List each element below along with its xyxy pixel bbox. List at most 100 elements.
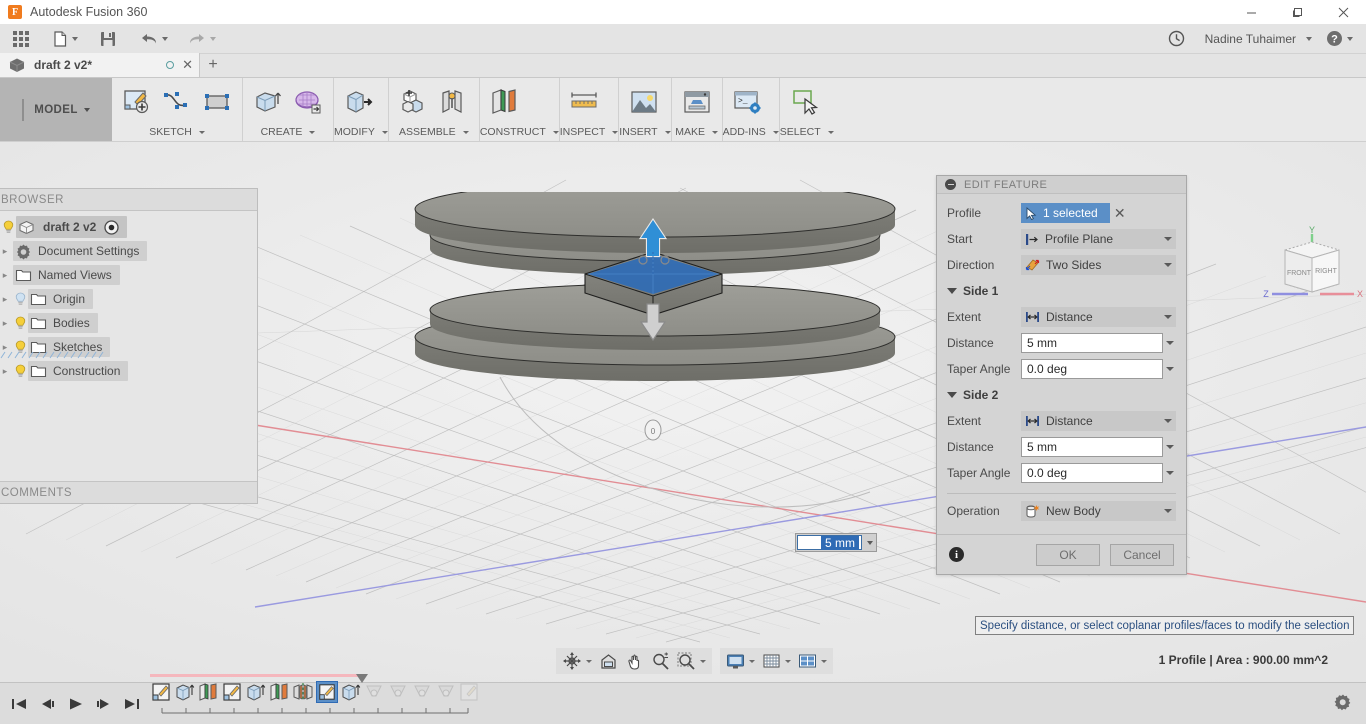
timeline-item-plane-2[interactable]: [269, 681, 291, 703]
side1-distance-dropdown[interactable]: [1163, 341, 1176, 345]
section-collapse-icon[interactable]: [947, 288, 957, 294]
tree-row-sketches[interactable]: ▸ Sketches: [0, 335, 257, 359]
clear-selection-icon[interactable]: ✕: [1110, 205, 1130, 222]
display-state-icon[interactable]: [104, 219, 120, 235]
panel-construct-label[interactable]: CONSTRUCT: [480, 125, 559, 139]
insert-image-icon[interactable]: [625, 82, 663, 122]
inline-distance-input[interactable]: 5 mm: [795, 533, 877, 552]
spline-icon[interactable]: [158, 82, 196, 122]
document-tab[interactable]: draft 2 v2* ✕: [0, 53, 200, 77]
go-to-end-icon[interactable]: [118, 691, 144, 717]
new-document-icon[interactable]: [46, 24, 85, 54]
zoom-window-icon[interactable]: [674, 649, 709, 673]
named-views-pill[interactable]: Named Views: [13, 265, 120, 285]
panel-insert-label[interactable]: INSERT: [619, 125, 671, 139]
app-grid-icon[interactable]: [6, 24, 36, 54]
tree-row-origin[interactable]: ▸ Origin: [0, 287, 257, 311]
timeline-item-pending-2[interactable]: [387, 681, 409, 703]
chevron-down-icon[interactable]: [1164, 263, 1172, 267]
new-component-icon[interactable]: [395, 82, 433, 122]
panel-sketch-label[interactable]: SKETCH: [112, 125, 242, 139]
light-bulb-icon[interactable]: [13, 364, 28, 379]
inline-distance-dropdown[interactable]: [863, 540, 876, 545]
chevron-down-icon[interactable]: [1164, 237, 1172, 241]
panel-addins-label[interactable]: ADD-INS: [723, 125, 779, 139]
root-component-pill[interactable]: draft 2 v2: [16, 216, 128, 238]
tree-row-named-views[interactable]: ▸ Named Views: [0, 263, 257, 287]
tree-row-construction[interactable]: ▸ Construction: [0, 359, 257, 383]
new-tab-button[interactable]: +: [200, 53, 226, 77]
light-bulb-icon[interactable]: [1, 220, 16, 235]
scripts-addins-icon[interactable]: >_: [729, 82, 767, 122]
panel-make-label[interactable]: MAKE: [672, 125, 722, 139]
create-sketch-icon[interactable]: [118, 82, 156, 122]
press-pull-icon[interactable]: [340, 82, 378, 122]
construction-pill[interactable]: Construction: [28, 361, 129, 381]
timeline-item-sketch-2[interactable]: [221, 681, 243, 703]
light-bulb-icon[interactable]: [13, 316, 28, 331]
workspace-selector[interactable]: MODEL: [0, 78, 112, 141]
dialog-header[interactable]: EDIT FEATURE: [937, 176, 1186, 194]
timeline-item-pending-4[interactable]: [435, 681, 457, 703]
pan-icon[interactable]: [622, 649, 647, 673]
expand-arrow-icon[interactable]: ▸: [0, 294, 13, 305]
close-tab-icon[interactable]: ✕: [182, 57, 193, 73]
section-collapse-icon[interactable]: [947, 392, 957, 398]
measure-icon[interactable]: [566, 82, 604, 122]
bodies-pill[interactable]: Bodies: [28, 313, 98, 333]
side1-distance-input[interactable]: 5 mm: [1021, 333, 1163, 353]
tree-row-root[interactable]: draft 2 v2: [0, 215, 257, 239]
side2-distance-dropdown[interactable]: [1163, 445, 1176, 449]
side2-taper-input[interactable]: 0.0 deg: [1021, 463, 1163, 483]
redo-icon[interactable]: [181, 24, 223, 54]
rectangle-icon[interactable]: [198, 82, 236, 122]
minimize-button[interactable]: [1228, 0, 1274, 24]
orbit-icon[interactable]: [559, 649, 595, 673]
profile-select-button[interactable]: 1 selected: [1021, 203, 1110, 223]
side2-taper-dropdown[interactable]: [1163, 471, 1176, 475]
timeline-item-extrude-3[interactable]: [340, 681, 362, 703]
view-cube[interactable]: Y Z X FRONT RIGHT: [1258, 222, 1366, 322]
maximize-button[interactable]: [1274, 0, 1320, 24]
help-icon[interactable]: ?: [1319, 24, 1360, 54]
inline-distance-inner[interactable]: 5 mm: [797, 535, 862, 550]
info-icon[interactable]: i: [949, 547, 964, 562]
side1-extent-combo[interactable]: Distance: [1021, 307, 1176, 327]
go-to-beginning-icon[interactable]: [6, 691, 32, 717]
timeline-settings-button[interactable]: [1334, 693, 1366, 714]
side1-taper-dropdown[interactable]: [1163, 367, 1176, 371]
panel-select-label[interactable]: SELECT: [780, 125, 834, 139]
origin-pill[interactable]: Origin: [28, 289, 94, 309]
look-at-icon[interactable]: [596, 649, 621, 673]
panel-inspect-label[interactable]: INSPECT: [560, 125, 619, 139]
extrude-icon[interactable]: [249, 82, 287, 122]
timeline-item-extrude-2[interactable]: [245, 681, 267, 703]
operation-combo[interactable]: New Body: [1021, 501, 1176, 521]
side2-extent-combo[interactable]: Distance: [1021, 411, 1176, 431]
comments-header[interactable]: COMMENTS: [0, 481, 257, 503]
expand-arrow-icon[interactable]: ▸: [0, 318, 13, 329]
direction-combo[interactable]: Two Sides: [1021, 255, 1176, 275]
timeline-track[interactable]: [150, 673, 480, 723]
timeline-item-plane-1[interactable]: [197, 681, 219, 703]
3d-print-icon[interactable]: [678, 82, 716, 122]
recent-history-icon[interactable]: [1161, 24, 1192, 54]
expand-arrow-icon[interactable]: ▸: [0, 246, 13, 257]
section-side-1[interactable]: Side 1: [947, 278, 1176, 304]
timeline-item-sketch-3[interactable]: [316, 680, 338, 703]
viewports-icon[interactable]: [795, 649, 830, 673]
document-settings-pill[interactable]: Document Settings: [13, 241, 148, 261]
ok-button[interactable]: OK: [1036, 543, 1100, 566]
timeline-item-pending-1[interactable]: [363, 681, 385, 703]
expand-arrow-icon[interactable]: ▸: [0, 366, 13, 377]
tree-row-document-settings[interactable]: ▸ Document Settings: [0, 239, 257, 263]
section-side-2[interactable]: Side 2: [947, 382, 1176, 408]
side2-distance-input[interactable]: 5 mm: [1021, 437, 1163, 457]
save-icon[interactable]: [93, 24, 123, 54]
step-back-icon[interactable]: [34, 691, 60, 717]
chevron-down-icon[interactable]: [1164, 419, 1172, 423]
collapse-icon[interactable]: [945, 179, 956, 190]
light-bulb-icon[interactable]: [13, 292, 28, 307]
step-forward-icon[interactable]: [90, 691, 116, 717]
panel-assemble-label[interactable]: ASSEMBLE: [389, 125, 479, 139]
